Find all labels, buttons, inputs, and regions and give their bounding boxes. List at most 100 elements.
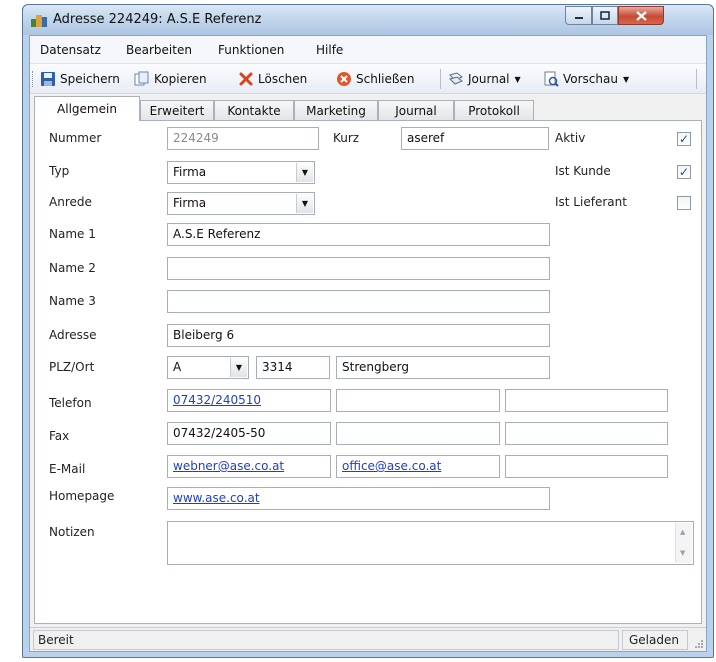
plz-field[interactable]: 3314 [256, 356, 330, 379]
preview-label: Vorschau [563, 72, 618, 86]
close-record-button[interactable]: Schließen [336, 69, 414, 89]
email-field-2[interactable]: office@ase.co.at [336, 455, 500, 478]
nummer-label: Nummer [49, 131, 102, 145]
checkmark-icon: ✓ [678, 132, 690, 146]
tab-marketing[interactable]: Marketing [294, 100, 378, 120]
journal-label: Journal [468, 72, 510, 86]
tab-kontakte[interactable]: Kontakte [214, 100, 294, 120]
minimize-button[interactable] [565, 6, 592, 25]
tab-erweitert[interactable]: Erweitert [140, 100, 214, 120]
menu-funktionen[interactable]: Funktionen [218, 43, 284, 57]
email-field-3[interactable] [505, 455, 668, 478]
email-label: E-Mail [49, 462, 86, 476]
land-select[interactable]: A ▼ [167, 356, 249, 379]
ist-kunde-label: Ist Kunde [555, 164, 611, 178]
copy-label: Kopieren [154, 72, 207, 86]
app-icon [31, 15, 47, 27]
kurz-field[interactable]: aseref [401, 127, 549, 150]
minimize-icon [574, 16, 583, 19]
ort-field[interactable]: Strengberg [336, 356, 550, 379]
ist-lieferant-checkbox[interactable] [677, 196, 691, 210]
maximize-button[interactable] [592, 6, 618, 25]
telefon-field-3[interactable] [505, 389, 668, 412]
tab-page-allgemein: Nummer 224249 Kurz aseref Aktiv ✓ Typ Fi… [34, 120, 702, 624]
journal-dropdown-button[interactable]: Journal ▼ [448, 69, 521, 89]
scroll-down-icon[interactable]: ▼ [680, 549, 685, 557]
tab-strip: Allgemein Erweitert Kontakte Marketing J… [30, 94, 706, 121]
status-text: Bereit [33, 630, 619, 650]
toolbar-separator [440, 69, 441, 89]
toolbar: Speichern Kopieren Löschen Schließen Jou… [30, 64, 706, 94]
menu-hilfe[interactable]: Hilfe [316, 43, 343, 57]
homepage-field[interactable]: www.ase.co.at [167, 487, 550, 510]
chevron-down-icon: ▼ [622, 74, 630, 84]
title-bar[interactable]: Adresse 224249: A.S.E Referenz [23, 5, 713, 35]
typ-label: Typ [49, 164, 70, 178]
journal-icon [449, 72, 463, 85]
telefon-field-2[interactable] [336, 389, 500, 412]
delete-x-icon [239, 72, 253, 86]
close-circle-icon [337, 72, 351, 86]
typ-value: Firma [173, 165, 207, 179]
notizen-textarea[interactable]: ▲ ▼ [167, 521, 694, 565]
anrede-label: Anrede [49, 195, 92, 209]
save-label: Speichern [60, 72, 120, 86]
floppy-disk-icon [41, 72, 55, 86]
tab-protokoll[interactable]: Protokoll [454, 100, 534, 120]
preview-dropdown-button[interactable]: Vorschau ▼ [543, 69, 629, 89]
resize-grip-icon[interactable] [694, 639, 704, 649]
close-icon [635, 10, 647, 21]
nummer-field: 224249 [167, 127, 319, 150]
ist-lieferant-label: Ist Lieferant [555, 195, 627, 209]
fax-label: Fax [49, 429, 70, 443]
name2-label: Name 2 [49, 261, 96, 275]
typ-select[interactable]: Firma ▼ [167, 161, 315, 184]
anrede-select[interactable]: Firma ▼ [167, 192, 315, 215]
notizen-scrollbar[interactable]: ▲ ▼ [675, 523, 692, 563]
ist-kunde-checkbox[interactable]: ✓ [677, 165, 691, 179]
fax-field-3[interactable] [505, 422, 668, 445]
copy-icon [134, 71, 149, 86]
name3-label: Name 3 [49, 294, 96, 308]
land-value: A [173, 360, 182, 374]
name1-label: Name 1 [49, 227, 96, 241]
copy-button[interactable]: Kopieren [134, 69, 207, 89]
fax-field-1[interactable]: 07432/2405-50 [167, 422, 331, 445]
menu-datensatz[interactable]: Datensatz [40, 43, 101, 57]
adresse-label: Adresse [49, 328, 97, 342]
toolbar-grip[interactable] [32, 71, 35, 87]
window-title: Adresse 224249: A.S.E Referenz [53, 12, 262, 27]
name3-field[interactable] [167, 290, 550, 313]
save-button[interactable]: Speichern [40, 69, 120, 89]
email-field-1[interactable]: webner@ase.co.at [167, 455, 331, 478]
fax-field-2[interactable] [336, 422, 500, 445]
homepage-label: Homepage [49, 489, 115, 503]
name2-field[interactable] [167, 257, 550, 280]
maximize-icon [600, 11, 610, 20]
tab-allgemein[interactable]: Allgemein [34, 96, 140, 121]
adresse-field[interactable]: Bleiberg 6 [167, 324, 550, 347]
close-record-label: Schließen [356, 72, 415, 86]
print-preview-icon [544, 71, 559, 87]
address-window: Adresse 224249: A.S.E Referenz Datensatz… [22, 4, 714, 658]
menu-bar: Datensatz Bearbeiten Funktionen Hilfe [30, 36, 706, 64]
notizen-label: Notizen [49, 525, 95, 539]
tab-journal[interactable]: Journal [378, 100, 454, 120]
anrede-value: Firma [173, 196, 207, 210]
status-bar: Bereit Geladen [30, 627, 706, 651]
aktiv-checkbox[interactable]: ✓ [677, 132, 691, 146]
telefon-field-1[interactable]: 07432/240510 [167, 389, 331, 412]
menu-bearbeiten[interactable]: Bearbeiten [126, 43, 192, 57]
checkmark-icon: ✓ [678, 165, 690, 179]
scroll-up-icon[interactable]: ▲ [680, 528, 685, 536]
toolbar-end-separator [696, 69, 697, 89]
chevron-down-icon[interactable]: ▼ [296, 194, 313, 213]
delete-label: Löschen [258, 72, 308, 86]
plzort-label: PLZ/Ort [49, 360, 95, 374]
status-load-state: Geladen [622, 630, 688, 650]
chevron-down-icon[interactable]: ▼ [230, 358, 247, 377]
close-button[interactable] [618, 6, 664, 25]
name1-field[interactable]: A.S.E Referenz [167, 223, 550, 246]
chevron-down-icon[interactable]: ▼ [296, 163, 313, 182]
delete-button[interactable]: Löschen [238, 69, 307, 89]
